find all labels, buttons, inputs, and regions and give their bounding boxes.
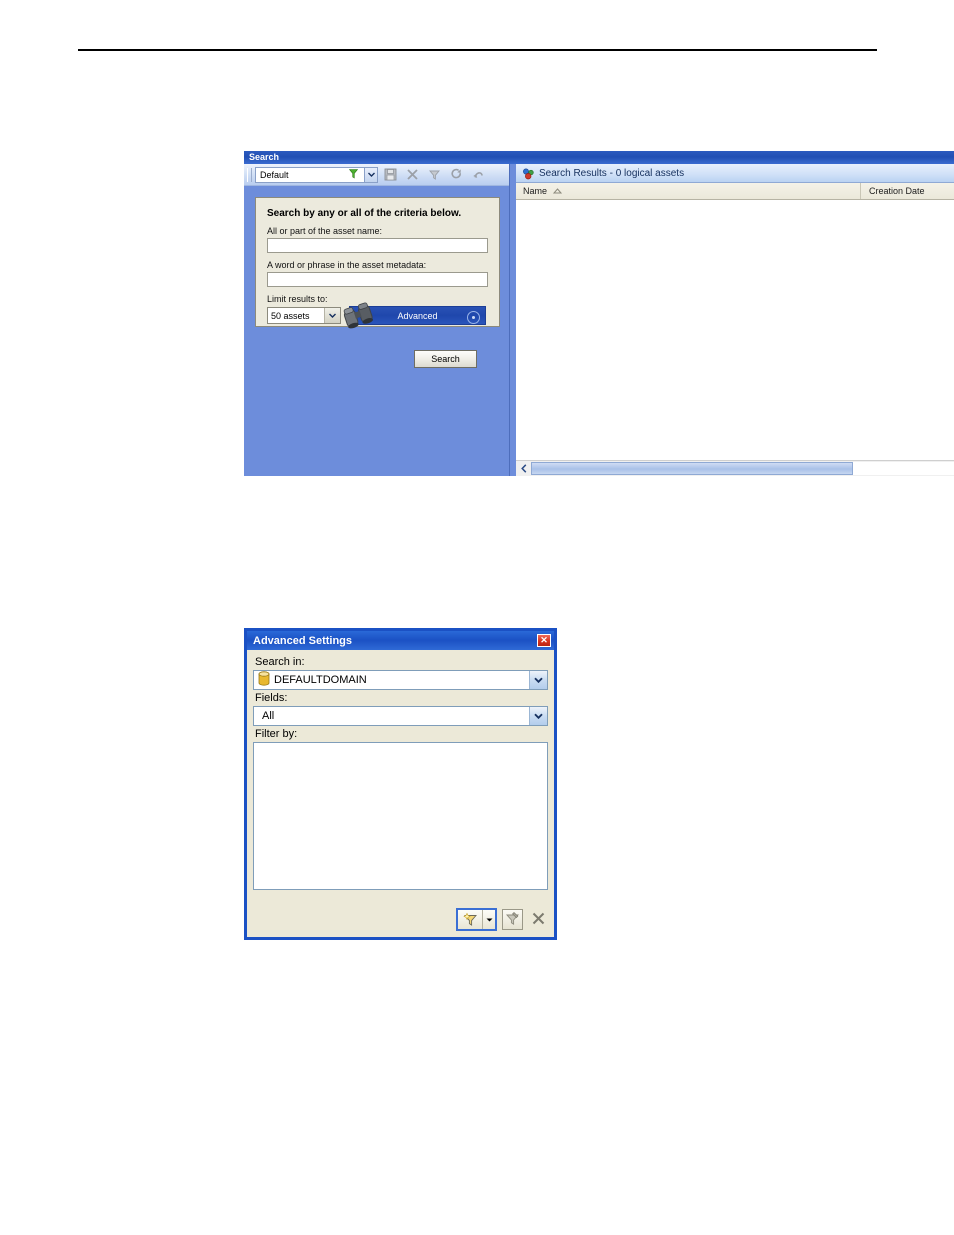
search-in-label: Search in: [255,656,305,668]
x-icon [406,169,418,180]
save-search-button[interactable] [380,166,400,184]
search-criteria-pane: Default Search by any or all of the crit… [244,164,509,476]
search-toolbar: Default [244,164,509,186]
advanced-settings-titlebar[interactable]: Advanced Settings ✕ [247,631,554,650]
search-results-pane: Search Results - 0 logical assets Name C… [516,164,954,476]
filter-by-label: Filter by: [255,728,298,740]
results-horizontal-scrollbar[interactable] [516,460,954,476]
page-header-rule [78,49,877,51]
chevron-left-icon[interactable] [516,461,531,476]
search-in-value: DEFAULTDOMAIN [274,674,367,686]
column-header-name[interactable]: Name [516,183,861,199]
undo-arrow-icon [472,172,483,178]
advanced-settings-footer [456,908,549,931]
search-preset-combo[interactable]: Default [255,166,365,183]
new-filter-split-button[interactable] [456,908,497,931]
column-header-name-label: Name [523,186,548,196]
asset-name-label: All or part of the asset name: [267,226,383,236]
search-window: Search Default Search by any or all of t… [244,151,954,476]
advanced-settings-dialog: Advanced Settings ✕ Search in: DEFAULTDO… [244,628,557,940]
database-cylinder-icon [258,671,270,689]
floppy-disk-icon [384,168,396,181]
chevron-down-icon[interactable] [482,910,495,929]
search-preset-dropdown-button[interactable] [365,166,378,183]
sort-ascending-icon [552,186,563,196]
scrollbar-thumb[interactable] [531,462,853,475]
search-results-header: Search Results - 0 logical assets [516,164,954,183]
toolbar-grip[interactable] [247,167,252,182]
filter-by-listbox[interactable] [253,742,548,890]
fields-label: Fields: [255,692,288,704]
delete-search-button[interactable] [402,166,422,184]
search-results-icon [522,167,535,180]
search-window-titlebar: Search [244,151,954,164]
search-in-combo[interactable]: DEFAULTDOMAIN [253,670,548,690]
advanced-button[interactable]: Advanced [343,302,486,329]
search-button[interactable]: Search [414,350,477,368]
search-results-title: Search Results - 0 logical assets [539,167,685,179]
x-icon [531,911,546,929]
close-icon[interactable]: ✕ [537,634,551,647]
asset-metadata-input[interactable] [267,272,488,287]
undo-button[interactable] [468,166,488,184]
refresh-button[interactable] [446,166,466,184]
remove-filter-button[interactable] [528,909,549,930]
filter-button[interactable] [424,166,444,184]
advanced-settings-title: Advanced Settings [253,634,353,647]
chevron-down-icon[interactable] [529,671,547,689]
edit-filter-button[interactable] [502,909,523,930]
column-header-creation-date[interactable]: Creation Date [861,183,925,199]
new-filter-funnel-icon[interactable] [458,910,482,929]
fields-value: All [262,710,275,722]
chevron-down-icon[interactable] [529,707,547,725]
search-window-body: Default Search by any or all of the crit… [244,164,954,476]
criteria-heading: Search by any or all of the criteria bel… [267,208,462,219]
funnel-icon [348,168,359,181]
advanced-button-label: Advanced [397,310,438,321]
column-header-creation-date-label: Creation Date [869,186,925,196]
search-button-label: Search [431,354,460,364]
asset-metadata-label: A word or phrase in the asset metadata: [267,260,427,270]
results-column-header: Name Creation Date [516,183,954,200]
funnel-icon [428,170,440,180]
edit-filter-funnel-icon [505,911,520,929]
results-list[interactable] [516,200,954,460]
advanced-options-indicator-icon [467,311,480,324]
search-preset-label: Default [260,169,289,180]
binoculars-icon [340,300,380,332]
limit-results-value: 50 assets [271,310,310,321]
asset-name-input[interactable] [267,238,488,253]
limit-results-row: 50 assets Advanced [267,302,488,329]
chevron-down-icon [324,308,340,323]
scrollbar-track[interactable] [531,462,954,475]
chevron-down-icon [367,172,375,177]
limit-results-select[interactable]: 50 assets [267,307,341,324]
refresh-icon [450,168,461,179]
fields-combo[interactable]: All [253,706,548,726]
search-window-title: Search [249,152,280,162]
advanced-settings-body: Search in: DEFAULTDOMAIN Fields: All Fil… [247,650,554,890]
search-criteria-box: Search by any or all of the criteria bel… [255,197,500,329]
pane-splitter[interactable] [509,164,516,476]
